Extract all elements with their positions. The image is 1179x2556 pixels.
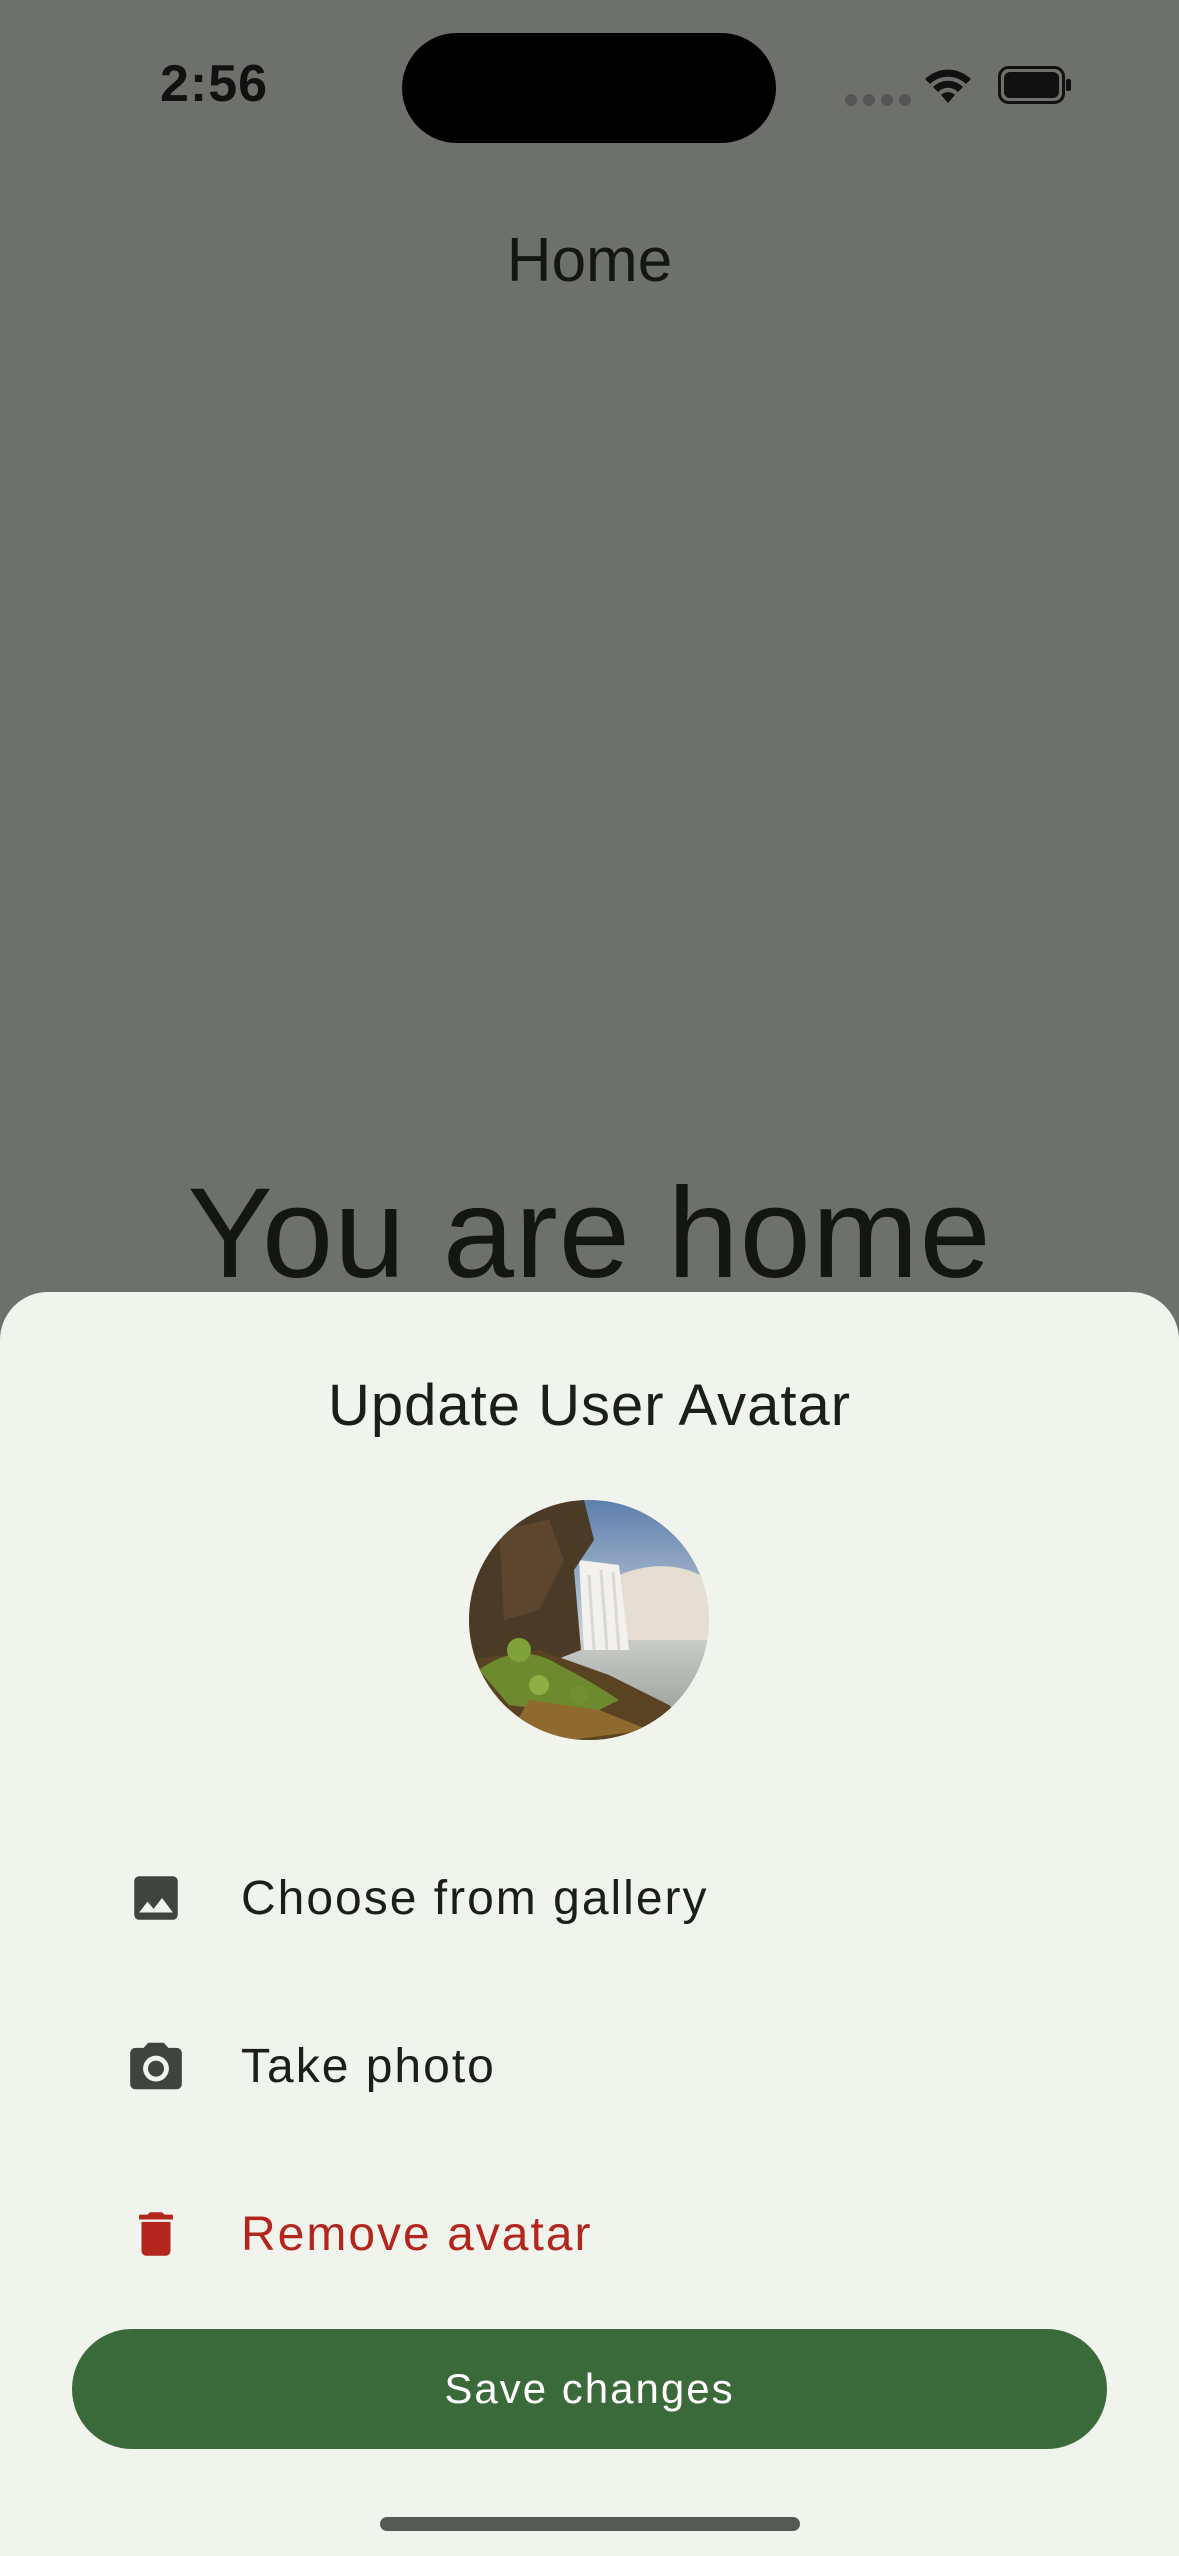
take-photo-label: Take photo bbox=[241, 2039, 496, 2093]
sheet-title: Update User Avatar bbox=[327, 1373, 852, 1438]
user-avatar bbox=[469, 1500, 709, 1740]
image-icon bbox=[124, 1866, 188, 1930]
choose-from-gallery-label: Choose from gallery bbox=[241, 1871, 709, 1925]
choose-from-gallery-option[interactable]: Choose from gallery bbox=[0, 1823, 1179, 1973]
cellular-signal-icon bbox=[845, 94, 911, 106]
status-time: 2:56 bbox=[160, 55, 269, 113]
remove-avatar-label: Remove avatar bbox=[241, 2207, 593, 2261]
wifi-icon bbox=[925, 69, 971, 103]
battery-icon bbox=[998, 66, 1071, 104]
take-photo-option[interactable]: Take photo bbox=[0, 1991, 1179, 2141]
home-message: You are home bbox=[187, 1162, 992, 1305]
trash-icon bbox=[124, 2202, 188, 2266]
status-bar: 2:56 bbox=[0, 0, 1179, 180]
dynamic-island bbox=[402, 33, 776, 143]
save-changes-button[interactable]: Save changes bbox=[72, 2329, 1107, 2449]
bottom-sheet: Update User Avatar Choose from gallery T… bbox=[0, 1292, 1179, 2556]
remove-avatar-option[interactable]: Remove avatar bbox=[0, 2159, 1179, 2309]
home-indicator bbox=[380, 2517, 800, 2531]
app-bar-title: Home bbox=[506, 226, 673, 295]
camera-icon bbox=[124, 2034, 188, 2098]
